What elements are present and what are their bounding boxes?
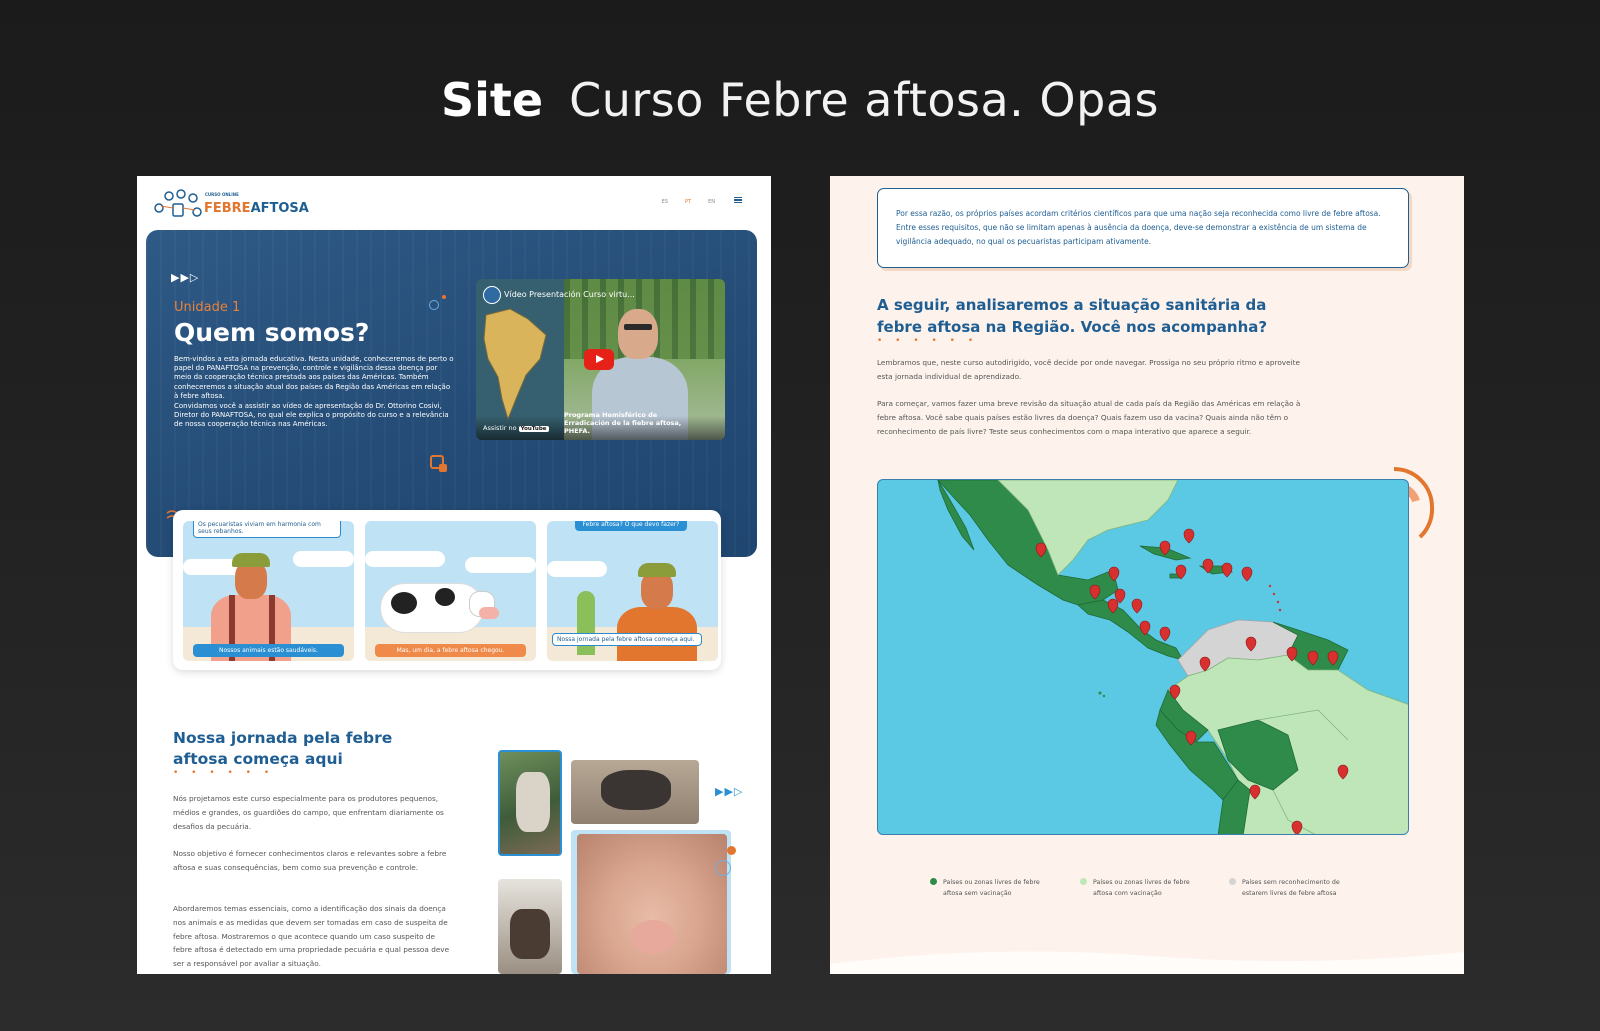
lang-es[interactable]: ES bbox=[662, 199, 668, 205]
map-paragraph-2: Para começar, vamos fazer uma breve revi… bbox=[877, 399, 1301, 436]
comic-caption-1: Nossos animais estão saudáveis. bbox=[193, 644, 344, 657]
section-title: Nossa jornada pela febre aftosa começa a… bbox=[173, 729, 393, 768]
section-paragraph-1: Nós projetamos este curso especialmente … bbox=[173, 794, 444, 831]
legend-dot-icon bbox=[1080, 878, 1087, 885]
site-screenshot-left: CURSO ONLINE FEBREAFTOSA ES PT EN ▶▶▷ Un… bbox=[137, 176, 771, 974]
photo-goats bbox=[498, 879, 562, 974]
channel-logo-icon bbox=[483, 286, 501, 304]
legend-item-free-no-vaccination: Países ou zonas livres de febre aftosa s… bbox=[930, 877, 1061, 899]
legend-dot-icon bbox=[930, 878, 937, 885]
comic-bubble-3: Febre aftosa? O que devo fazer? bbox=[575, 521, 687, 531]
site-header: CURSO ONLINE FEBREAFTOSA ES PT EN bbox=[137, 176, 771, 230]
section-paragraph-3: Abordaremos temas essenciais, como a ide… bbox=[173, 904, 450, 969]
unit-label: Unidade 1 bbox=[174, 300, 241, 315]
map-pin bbox=[1183, 528, 1195, 544]
photo-pig bbox=[571, 830, 731, 974]
logo-text: FEBREAFTOSA bbox=[204, 201, 309, 216]
box-decoration-icon bbox=[430, 455, 447, 472]
video-title[interactable]: Vídeo Presentación Curso virtu... bbox=[504, 290, 635, 299]
map-paragraph-1: Lembramos que, neste curso autodirigido,… bbox=[877, 358, 1300, 381]
logo-network-icon bbox=[154, 189, 202, 217]
site-screenshot-right: Por essa razão, os próprios países acord… bbox=[830, 176, 1464, 974]
video-caption: Programa Hemisférico de Erradicación de … bbox=[564, 411, 682, 435]
map-pin bbox=[1221, 562, 1233, 578]
map-pin bbox=[1241, 566, 1253, 582]
map-pin bbox=[1131, 598, 1143, 614]
comic-bubble-1: Os pecuaristas viviam em harmonia com se… bbox=[193, 521, 341, 538]
legend-item-not-recognized: Países sem reconhecimento de estarem liv… bbox=[1229, 877, 1360, 899]
lang-pt[interactable]: PT bbox=[685, 199, 691, 205]
hero-intro-paragraph: Bem-vindos a esta jornada educativa. Nes… bbox=[174, 355, 454, 400]
comic-strip: Os pecuaristas viviam em harmonia com se… bbox=[173, 510, 721, 670]
video-embed[interactable]: Vídeo Presentación Curso virtu... Assist… bbox=[476, 279, 725, 440]
logo-part1: FEBRE bbox=[204, 201, 251, 216]
dots-divider: • • • • • • bbox=[173, 768, 275, 778]
map-canvas bbox=[937, 480, 1408, 834]
logo-part2: AFTOSA bbox=[250, 201, 309, 216]
site-logo[interactable]: CURSO ONLINE FEBREAFTOSA bbox=[151, 188, 316, 220]
legend-item-free-with-vaccination: Países ou zonas livres de febre aftosa c… bbox=[1080, 877, 1211, 899]
info-box: Por essa razão, os próprios países acord… bbox=[877, 188, 1409, 268]
youtube-play-button[interactable] bbox=[584, 349, 614, 370]
orange-dot-icon bbox=[727, 846, 736, 855]
language-switcher: ES PT EN bbox=[662, 199, 715, 205]
ring-decoration-icon bbox=[429, 300, 439, 310]
map-pin bbox=[1159, 626, 1171, 642]
watch-on-youtube-link[interactable]: Assistir no YouTube bbox=[483, 424, 549, 432]
lang-en[interactable]: EN bbox=[708, 199, 715, 205]
section-paragraph-2: Nosso objetivo é fornecer conhecimentos … bbox=[173, 849, 447, 872]
legend-dot-icon bbox=[1229, 878, 1236, 885]
page-headline: Site Curso Febre aftosa. Opas bbox=[0, 72, 1600, 128]
bottom-wave-decoration bbox=[830, 951, 1464, 974]
hero-section: ▶▶▷ Unidade 1 Quem somos? Bem-vindos a e… bbox=[146, 230, 757, 557]
headline-strong: Site bbox=[441, 73, 544, 127]
comic-panel-1: Os pecuaristas viviam em harmonia com se… bbox=[183, 521, 354, 661]
hamburger-menu-icon[interactable] bbox=[734, 197, 742, 203]
headline-light: Curso Febre aftosa. Opas bbox=[569, 73, 1159, 127]
map-section-title: A seguir, analisaremos a situação sanitá… bbox=[877, 296, 1268, 336]
comic-caption-2: Mas, um dia, a febre aftosa chegou. bbox=[375, 644, 526, 657]
play-arrows-icon: ▶▶▷ bbox=[171, 271, 200, 284]
comic-caption-3: Nossa jornada pela febre aftosa começa a… bbox=[552, 633, 702, 646]
dots-divider-right: • • • • • • bbox=[877, 336, 979, 346]
dot-decoration-icon bbox=[442, 295, 446, 299]
info-box-text: Por essa razão, os próprios países acord… bbox=[896, 209, 1381, 246]
photo-sheep bbox=[571, 760, 699, 824]
hero-video-paragraph: Convidamos você a assistir ao vídeo de a… bbox=[174, 402, 449, 429]
photo-bull bbox=[498, 750, 562, 856]
ring-icon bbox=[715, 860, 731, 876]
interactive-americas-map[interactable] bbox=[877, 479, 1409, 835]
arrows-decoration-icon: ▶▶▷ bbox=[715, 785, 744, 798]
comic-panel-3: Febre aftosa? O que devo fazer? Nossa jo… bbox=[547, 521, 718, 661]
youtube-logo-icon: YouTube bbox=[518, 426, 549, 432]
logo-small-text: CURSO ONLINE bbox=[205, 192, 239, 197]
hero-title: Quem somos? bbox=[174, 318, 370, 347]
comic-panel-2: Mas, um dia, a febre aftosa chegou. bbox=[365, 521, 536, 661]
